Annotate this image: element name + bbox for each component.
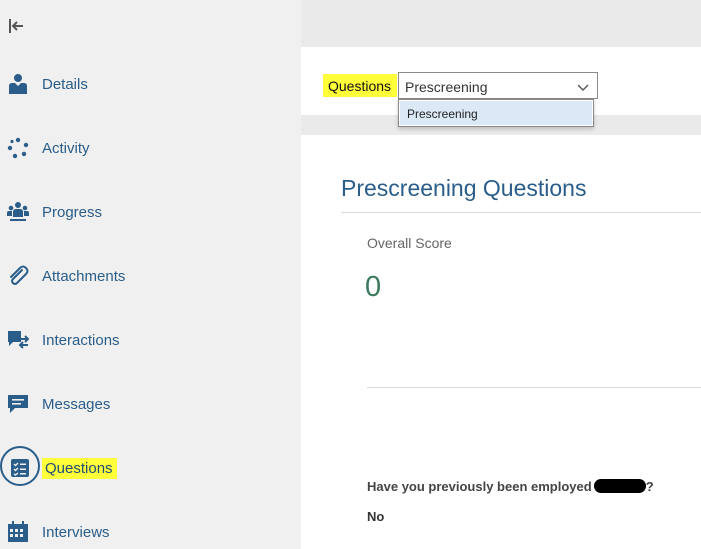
sidebar-item-interviews[interactable]: Interviews	[0, 514, 300, 549]
sidebar-item-label: Progress	[42, 203, 103, 221]
sidebar-item-label: Messages	[42, 395, 111, 413]
redacted-text	[593, 479, 646, 493]
divider	[367, 387, 701, 388]
sidebar-item-label: Details	[42, 75, 88, 93]
sidebar-item-label: Interactions	[42, 331, 120, 349]
sidebar: Details Activity Progress Attachments In…	[0, 0, 301, 549]
questions-label: Questions	[323, 74, 398, 97]
question-suffix: ?	[645, 479, 654, 494]
questions-panel: Prescreening Questions Overall Score 0 H…	[301, 135, 701, 549]
sidebar-item-questions[interactable]: Questions	[0, 446, 300, 486]
message-icon	[6, 392, 30, 416]
divider	[341, 212, 701, 213]
sidebar-item-interactions[interactable]: Interactions	[0, 322, 300, 358]
overall-score-value: 0	[365, 271, 382, 303]
activity-ring-icon	[6, 136, 30, 160]
calendar-icon	[6, 520, 30, 544]
sidebar-item-attachments[interactable]: Attachments	[0, 258, 300, 294]
dropdown-option-prescreening[interactable]: Prescreening	[400, 101, 592, 125]
sidebar-item-messages[interactable]: Messages	[0, 386, 300, 422]
questionnaire-dropdown: Prescreening	[398, 99, 594, 127]
answer-text: No	[367, 509, 385, 524]
sidebar-item-activity[interactable]: Activity	[0, 130, 300, 166]
question-text: Have you previously been employed?	[367, 479, 654, 494]
questionnaire-select[interactable]: Prescreening	[398, 72, 598, 99]
select-value: Prescreening	[405, 79, 488, 95]
chevron-down-icon	[577, 80, 589, 92]
paperclip-icon	[6, 264, 30, 288]
sidebar-item-progress[interactable]: Progress	[0, 194, 300, 230]
checklist-icon	[8, 456, 32, 480]
chat-arrows-icon	[6, 328, 30, 352]
page-title: Prescreening Questions	[341, 175, 587, 201]
collapse-sidebar-icon[interactable]	[6, 16, 26, 36]
progress-people-icon	[6, 200, 30, 224]
sidebar-item-label: Activity	[42, 139, 90, 157]
sidebar-item-label: Interviews	[42, 523, 110, 541]
person-icon	[6, 72, 30, 96]
sidebar-item-label: Questions	[42, 457, 117, 479]
overall-score-label: Overall Score	[367, 235, 452, 251]
sidebar-item-label: Attachments	[42, 267, 126, 285]
sidebar-item-details[interactable]: Details	[0, 66, 300, 102]
question-label: Have you previously been employed	[367, 479, 592, 494]
